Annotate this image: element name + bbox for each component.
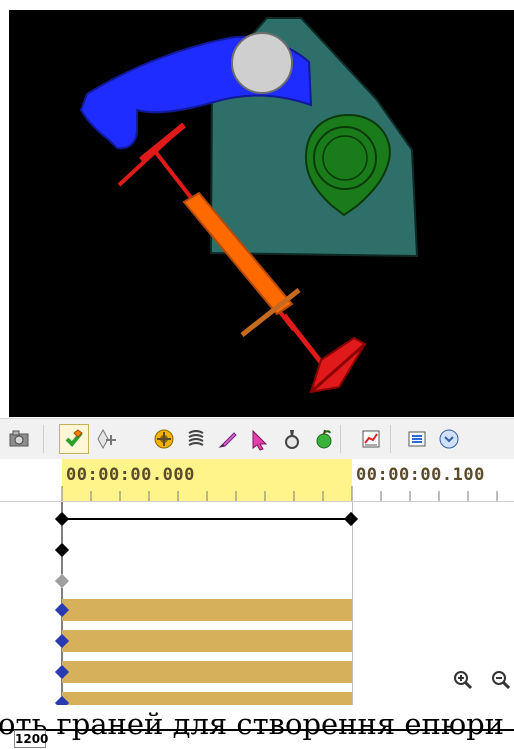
pushrod-upper-cap-thick [139,122,186,163]
green-check-key-icon [65,429,83,447]
clamp-button[interactable] [277,424,307,454]
zoom-out-icon [492,671,511,690]
3d-viewport[interactable] [9,10,514,417]
spring-button[interactable] [181,424,211,454]
gear-motor-icon [154,429,174,449]
select-arrow-icon [252,429,268,451]
list-icon [408,431,426,447]
add-key-button[interactable] [92,424,122,454]
track-bar[interactable] [62,599,352,621]
add-green-key-button[interactable] [59,424,89,454]
expand-more-button[interactable] [434,424,464,454]
caption-strike [0,729,514,731]
apple-button[interactable] [309,424,339,454]
track-bar[interactable] [62,630,352,652]
clamp-icon [285,430,299,449]
motion-timeline[interactable]: 00:00:00.000 00:00:00.100 [0,459,514,705]
app-window: 00:00:00.000 00:00:00.100 оть граней для… [0,0,514,749]
timeline-toolbar [0,418,514,460]
expand-more-icon [439,429,459,449]
rocker-pivot [231,32,293,94]
toolbar-separator [43,425,44,453]
cam-inner [322,135,368,181]
chart-button[interactable] [356,424,386,454]
chart-icon [362,430,380,448]
caption-number: 1200 [14,730,49,748]
camera-scene-button[interactable] [4,424,34,454]
pencil-icon [218,432,237,448]
track-bar[interactable] [62,661,352,683]
add-key-icon [97,428,116,450]
list-button[interactable] [402,424,432,454]
camera-scene-icon [9,430,29,447]
spring-icon [188,430,204,446]
motor-button[interactable] [149,424,179,454]
track-bar[interactable] [62,692,352,705]
zoom-out-button[interactable] [489,668,513,692]
zoom-in-icon [454,671,473,690]
select-arrow-button[interactable] [245,424,275,454]
mechanism-graphic [79,17,419,394]
zoom-in-button[interactable] [451,668,475,692]
toolbar-separator [340,425,341,453]
caption-strip: оть граней для створення епюри [0,705,514,749]
toolbar-separator [390,425,391,453]
pencil-button[interactable] [213,424,243,454]
apple-icon [316,429,332,449]
caption-text: оть граней для створення епюри [0,707,504,741]
